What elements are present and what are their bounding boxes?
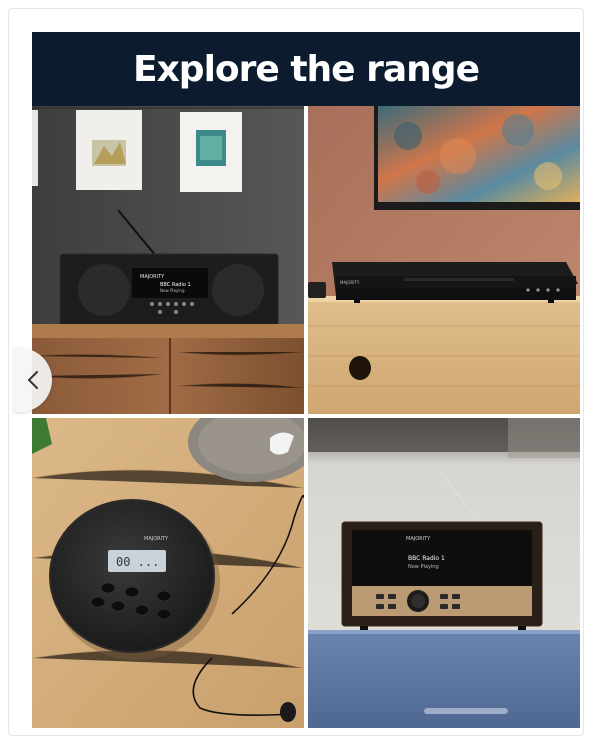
chevron-left-icon <box>28 371 38 389</box>
svg-text:MAJORITY: MAJORITY <box>340 280 360 285</box>
range-banner: Explore the range <box>32 32 580 106</box>
product-tile-portable-cd-player[interactable]: MAJORITY 00 ... <box>32 418 304 728</box>
svg-text:MAJORITY: MAJORITY <box>144 536 169 542</box>
svg-text:BBC Radio 1: BBC Radio 1 <box>408 555 445 562</box>
svg-text:Now Playing: Now Playing <box>160 288 185 293</box>
svg-text:MAJORITY: MAJORITY <box>140 274 165 280</box>
product-tile-dab-stereo[interactable]: MAJORITY BBC Radio 1 Now Playing <box>32 106 304 414</box>
svg-text:MAJORITY: MAJORITY <box>406 536 431 542</box>
product-tile-dvd-player[interactable]: MAJORITY <box>308 106 580 414</box>
svg-text:Now Playing: Now Playing <box>408 564 439 570</box>
product-image-grid: MAJORITY BBC Radio 1 Now Playing MAJORIT… <box>32 106 580 728</box>
product-tile-wooden-dab-radio[interactable]: MAJORITY BBC Radio 1 Now Playing <box>308 418 580 728</box>
banner-title: Explore the range <box>132 48 480 90</box>
svg-text:00 ...: 00 ... <box>116 555 159 569</box>
